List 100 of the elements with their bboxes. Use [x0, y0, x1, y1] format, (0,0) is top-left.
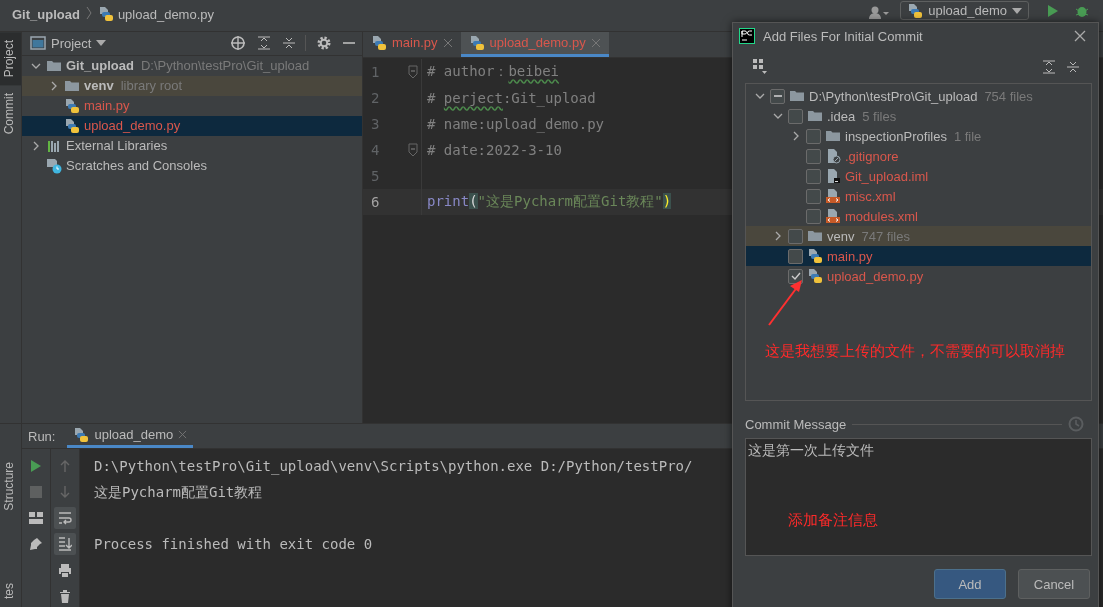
collapse-all-icon[interactable] — [1066, 60, 1080, 74]
chevron-icon[interactable] — [773, 111, 783, 121]
console-line: 这是Pycharm配置Git教程 — [94, 483, 264, 502]
tree-row[interactable]: main.py — [746, 246, 1091, 266]
tree-item-label: inspectionProfiles — [845, 128, 947, 144]
file-count: 747 files — [861, 228, 910, 244]
tree-item-label: D:\Python\testPro\Git_upload — [809, 88, 978, 104]
breadcrumb[interactable]: upload_demo.py — [117, 6, 215, 24]
run-configuration-dropdown[interactable]: upload_demo — [900, 1, 1029, 20]
tree-item-hint: library root — [120, 78, 183, 94]
cancel-button[interactable]: Cancel — [1018, 569, 1090, 599]
tree-item-label: main.py — [827, 248, 873, 264]
checkbox[interactable] — [788, 108, 803, 124]
folder-icon — [807, 228, 823, 244]
tool-window-tab[interactable]: Commit — [0, 85, 21, 143]
checkbox[interactable] — [788, 228, 803, 244]
tree-item-label: upload_demo.py — [827, 268, 924, 284]
checkbox[interactable] — [788, 268, 803, 284]
close-icon[interactable] — [442, 37, 453, 48]
python-file-icon — [371, 34, 387, 51]
user-icon[interactable] — [868, 6, 891, 20]
line-number: 2 — [370, 89, 381, 106]
dialog-title: Add Files For Initial Commit — [763, 28, 923, 44]
code-line: # perject:Git_upload — [427, 89, 596, 106]
run-icon[interactable] — [1047, 3, 1059, 19]
tree-row[interactable]: Scratches and Consoles — [22, 155, 362, 176]
tree-item-label: venv — [827, 228, 855, 244]
chevron-icon[interactable] — [31, 140, 41, 151]
chevron-icon[interactable] — [791, 131, 801, 141]
expand-all-icon[interactable] — [1042, 60, 1056, 74]
tool-window-tab[interactable]: tes — [0, 583, 21, 607]
breadcrumb[interactable]: Git_upload — [12, 6, 80, 24]
line-number: 1 — [370, 63, 381, 80]
file-count: 754 files — [984, 88, 1033, 104]
fold-marker-icon[interactable] — [408, 64, 418, 79]
code-line: # date:2022-3-10 — [427, 141, 562, 158]
tree-row[interactable]: inspectionProfiles 1 file — [746, 126, 1091, 146]
chevron-icon[interactable] — [755, 91, 765, 101]
console-line: D:\Python\testPro\Git_upload\venv\Scripts\python.exe D:/Python/testPro/ — [94, 457, 694, 477]
python-file-icon — [907, 2, 924, 19]
chevron-icon[interactable] — [773, 231, 783, 241]
python-file-icon — [97, 6, 114, 22]
checkbox[interactable] — [806, 128, 821, 144]
code-line: print("这是Pycharm配置Git教程") — [427, 192, 672, 211]
checkbox[interactable] — [806, 188, 821, 204]
fold-marker-icon[interactable] — [408, 142, 418, 157]
python-file-icon — [64, 97, 80, 114]
xml-file-icon — [825, 208, 841, 224]
annotation-text: 添加备注信息 — [788, 511, 878, 530]
tree-row[interactable]: D:\Python\testPro\Git_upload 754 files — [746, 86, 1091, 106]
expand-all-icon[interactable] — [257, 36, 271, 51]
folder-icon — [825, 128, 841, 144]
tree-row[interactable]: upload_demo.py — [22, 115, 362, 136]
tree-item-label: Git_upload — [66, 58, 134, 74]
close-icon[interactable] — [1074, 30, 1086, 42]
wrap-icon[interactable] — [54, 507, 76, 529]
close-icon[interactable] — [178, 430, 188, 439]
python-file-icon — [807, 248, 823, 264]
dropdown-caret-icon[interactable] — [96, 40, 107, 47]
tree-row[interactable]: venv library root — [22, 75, 362, 96]
tree-item-label: .gitignore — [845, 148, 899, 164]
field-label: Commit Message — [745, 416, 847, 432]
checkbox[interactable] — [806, 148, 821, 164]
panel-title[interactable]: Project — [51, 35, 92, 51]
xml-file-icon — [825, 188, 841, 204]
checkbox[interactable] — [788, 248, 803, 264]
tree-item-label: venv — [84, 78, 114, 94]
code-line: # author：beibei — [427, 62, 559, 81]
tree-item-label: External Libraries — [66, 138, 168, 154]
add-button[interactable]: Add — [934, 569, 1006, 599]
tree-row[interactable]: Git_upload D:\Python\testPro\Git_upload — [22, 55, 362, 76]
python-file-icon — [807, 268, 823, 284]
group-by-icon[interactable] — [753, 59, 767, 75]
tree-item-label: main.py — [84, 98, 130, 114]
checkbox[interactable] — [806, 208, 821, 224]
tree-row[interactable]: venv 747 files — [746, 226, 1091, 246]
tree-item-hint: D:\Python\testPro\Git_upload — [140, 58, 310, 74]
scratch-file-icon — [46, 157, 62, 174]
tool-window-tab[interactable]: Structure — [0, 454, 21, 519]
checkbox[interactable] — [770, 88, 785, 104]
settings-icon[interactable] — [317, 36, 331, 51]
tree-item-label: upload_demo.py — [84, 118, 181, 134]
locate-icon[interactable] — [230, 35, 246, 52]
checkbox[interactable] — [806, 168, 821, 184]
scroll-icon[interactable] — [54, 533, 76, 555]
line-number: 3 — [370, 115, 381, 132]
collapse-all-icon[interactable] — [282, 36, 296, 51]
chevron-icon[interactable] — [49, 80, 59, 91]
tree-row[interactable]: .idea 5 files — [746, 106, 1091, 126]
tree-row[interactable]: External Libraries — [22, 135, 362, 156]
line-number: 4 — [370, 141, 381, 158]
module-file-icon — [825, 168, 841, 184]
annotation-text: 这是我想要上传的文件，不需要的可以取消掉 — [765, 342, 1065, 361]
console-line: Process finished with exit code 0 — [94, 535, 374, 554]
python-file-icon — [73, 426, 90, 443]
tool-window-tab[interactable]: Project — [0, 31, 21, 86]
tree-item-label: modules.xml — [845, 208, 918, 224]
code-line: # name:upload_demo.py — [427, 115, 604, 132]
python-file-icon — [64, 117, 80, 134]
commit-message-field[interactable]: 这是第一次上传文件 添加备注信息 — [745, 438, 1092, 556]
